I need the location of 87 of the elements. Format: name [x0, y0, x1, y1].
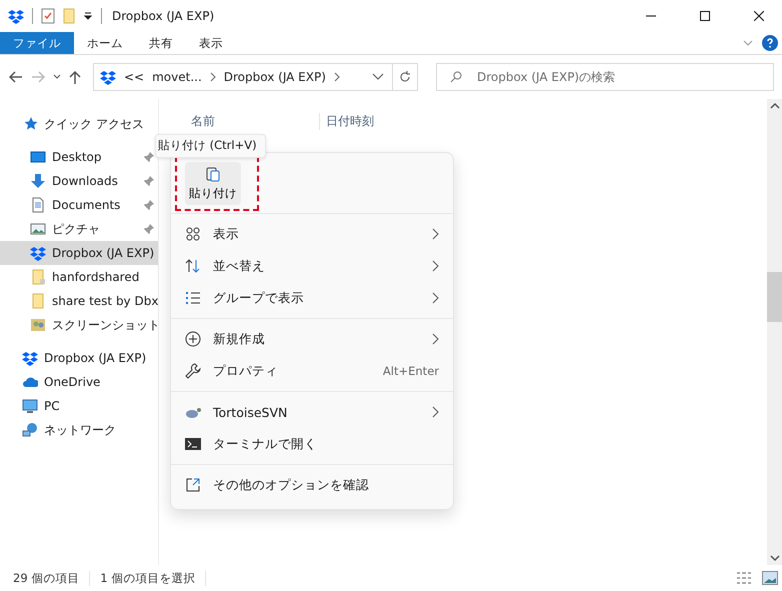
dropbox-icon: [8, 8, 24, 24]
shared-folder-icon: [30, 269, 46, 285]
pin-icon[interactable]: [144, 224, 154, 234]
wrench-icon: [185, 363, 201, 379]
properties-checkmark-icon[interactable]: [41, 8, 55, 24]
menu-item[interactable]: ターミナルで開く: [171, 428, 453, 460]
refresh-icon: [398, 71, 411, 83]
sidebar-item[interactable]: share test by Dbx: [0, 289, 158, 313]
dropbox-icon: [22, 350, 38, 366]
star-icon: [22, 116, 38, 132]
document-icon: [30, 197, 46, 213]
sidebar-item[interactable]: PC: [0, 394, 158, 418]
sidebar-item[interactable]: Dropbox (JA EXP): [0, 241, 158, 265]
sidebar-item[interactable]: スクリーンショット: [0, 313, 158, 337]
overflow-chevrons[interactable]: <<: [124, 70, 144, 84]
pin-icon[interactable]: [144, 152, 154, 162]
sidebar-item[interactable]: OneDrive: [0, 370, 158, 394]
sidebar-item[interactable]: Dropbox (JA EXP): [0, 346, 158, 370]
paste-button[interactable]: 貼り付け: [175, 156, 259, 210]
sidebar-item[interactable]: hanfordshared: [0, 265, 158, 289]
dropdown-icon[interactable]: [83, 11, 93, 21]
sidebar-item[interactable]: Desktop: [0, 145, 158, 169]
address-bar[interactable]: << movet... Dropbox (JA EXP): [92, 63, 393, 91]
close-icon: [754, 11, 764, 21]
menu-item[interactable]: 並べ替え: [171, 250, 453, 282]
menu-item[interactable]: TortoiseSVN: [171, 396, 453, 428]
chevron-down-icon[interactable]: [372, 73, 384, 81]
chevron-right-icon: [431, 260, 439, 272]
plus-circle-icon: [185, 331, 201, 347]
monitor-icon: [22, 398, 38, 414]
sidebar-item[interactable]: Documents: [0, 193, 158, 217]
chevron-right-icon[interactable]: [334, 72, 340, 82]
menu-item[interactable]: 表示: [171, 218, 453, 250]
sort-icon: [185, 258, 201, 274]
chevron-right-icon[interactable]: [210, 72, 216, 82]
folder-people-icon: [30, 317, 46, 333]
selection-count: 1 個の項目を選択: [100, 570, 206, 586]
help-icon[interactable]: [762, 35, 778, 51]
menu-item[interactable]: グループで表示: [171, 282, 453, 314]
sidebar-item[interactable]: ネットワーク: [0, 418, 158, 442]
grid-icon: [185, 226, 201, 242]
breadcrumb[interactable]: Dropbox (JA EXP): [224, 70, 326, 84]
clipboard-icon: [206, 166, 220, 182]
ribbon-tab[interactable]: 表示: [186, 32, 236, 54]
pin-icon[interactable]: [144, 176, 154, 186]
arrow-left-icon: [9, 71, 24, 83]
download-arrow-icon: [30, 173, 46, 189]
window-title: Dropbox (JA EXP): [112, 9, 216, 23]
chevron-down-icon: [52, 74, 61, 80]
chevron-right-icon: [431, 333, 439, 345]
sidebar-item[interactable]: クイック アクセス: [0, 112, 158, 136]
folder-icon: [30, 293, 46, 309]
arrow-right-icon: [31, 71, 46, 83]
menu-item[interactable]: 新規作成: [171, 323, 453, 355]
picture-icon: [30, 221, 46, 237]
scrollbar-thumb[interactable]: [767, 272, 782, 322]
details-view-icon[interactable]: [736, 571, 752, 585]
chevron-right-icon: [431, 406, 439, 418]
network-icon: [22, 422, 38, 438]
pin-icon[interactable]: [144, 200, 154, 210]
open-external-icon: [185, 477, 201, 493]
dropbox-icon: [30, 245, 46, 261]
ribbon-tab[interactable]: ファイル: [0, 32, 74, 54]
item-count: 29 個の項目: [13, 570, 90, 586]
breadcrumb[interactable]: movet...: [152, 70, 202, 84]
shortcut-label: Alt+Enter: [382, 364, 439, 378]
menu-item[interactable]: プロパティ Alt+Enter: [171, 355, 453, 387]
refresh-button[interactable]: [392, 63, 418, 91]
chevron-right-icon: [431, 292, 439, 304]
dropbox-icon: [100, 69, 116, 85]
column-header[interactable]: 日付時刻: [319, 112, 446, 130]
search-field[interactable]: Dropbox (JA EXP)の検索: [436, 63, 774, 91]
ribbon-tab[interactable]: ホーム: [74, 32, 136, 54]
list-icon: [185, 290, 201, 306]
maximize-icon: [700, 11, 710, 21]
sidebar-item[interactable]: ピクチャ: [0, 217, 158, 241]
column-header[interactable]: 名前: [159, 112, 319, 130]
menu-item[interactable]: その他のオプションを確認: [171, 469, 453, 501]
sidebar-item[interactable]: Downloads: [0, 169, 158, 193]
chevron-right-icon: [431, 228, 439, 240]
arrow-up-icon: [68, 70, 81, 84]
thumbnail-view-icon[interactable]: [762, 571, 778, 585]
tooltip: 貼り付け (Ctrl+V): [155, 134, 266, 158]
search-icon: [450, 71, 462, 83]
desktop-icon: [30, 149, 46, 165]
terminal-icon: [185, 436, 201, 452]
ribbon-tab[interactable]: 共有: [136, 32, 186, 54]
